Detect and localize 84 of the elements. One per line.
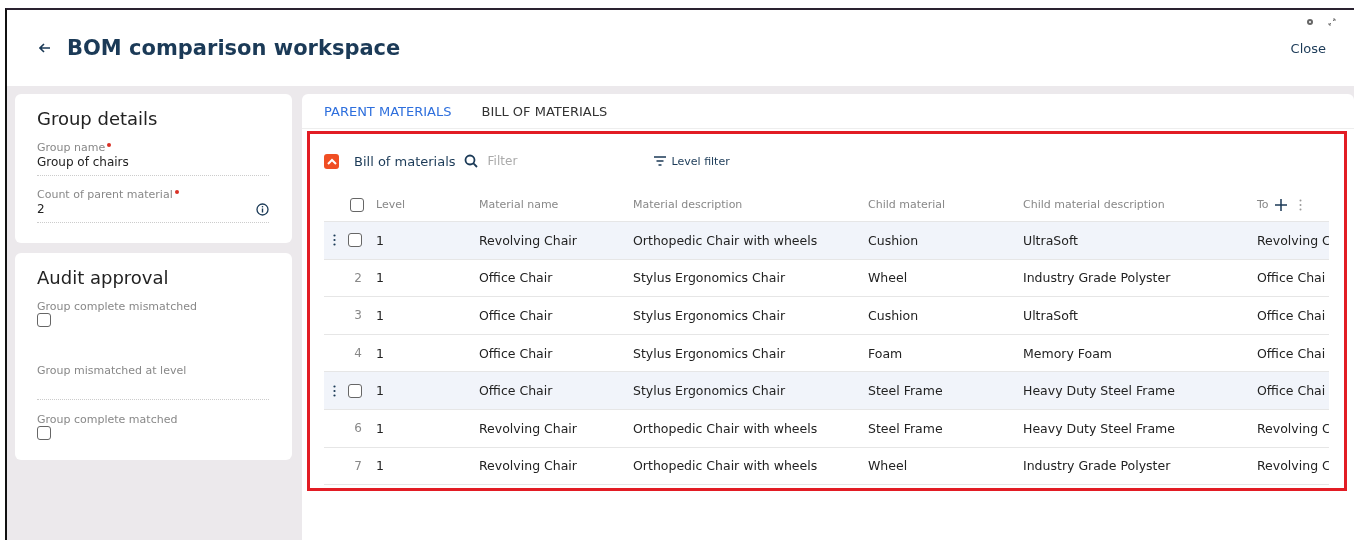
table-cell-text: Stylus Ergonomics Chair — [633, 345, 786, 361]
table-cell-text: Office Chair — [479, 270, 554, 286]
window-title: BOM comparison workspace — [67, 36, 402, 60]
table-cell-text: Revolving Chair — [479, 420, 578, 436]
field-value: 2 — [37, 202, 45, 216]
checkbox[interactable] — [348, 233, 362, 248]
table-cell-text: Stylus Ergonomics Chair — [633, 383, 786, 399]
table-cell-text: Wheel — [868, 458, 909, 474]
back-arrow-icon[interactable] — [39, 43, 51, 53]
table-cell-text: UltraSoft — [1023, 308, 1079, 323]
table-cell-text: Steel Frame — [868, 420, 944, 436]
checkbox[interactable] — [348, 383, 362, 398]
column-header[interactable]: Material name — [479, 198, 559, 211]
column-header[interactable]: Material description — [633, 198, 743, 211]
card-title: Audit approval — [37, 267, 170, 288]
settings-icon[interactable] — [1306, 18, 1314, 26]
checkbox[interactable] — [37, 313, 51, 327]
table-cell-text: 1 — [376, 458, 385, 474]
table-cell-text: Stylus Ergonomics Chair — [633, 308, 786, 323]
table-cell-text: Office Chair — [479, 308, 554, 323]
column-header[interactable]: To — [1257, 198, 1269, 211]
filter-icon — [653, 156, 666, 166]
table-cell-text: Revolving Chair — [479, 458, 578, 474]
collapse-button[interactable] — [324, 153, 339, 169]
table-cell-text: Heavy Duty Steel Frame — [1023, 420, 1176, 436]
column-header[interactable]: Child material description — [1023, 198, 1165, 211]
add-column-icon[interactable] — [1274, 198, 1287, 211]
close-button[interactable]: Close — [1290, 38, 1326, 58]
chevron-up-icon — [326, 157, 337, 165]
table-cell-text: 1 — [376, 383, 385, 399]
table-cell-text: Orthopedic Chair with wheels — [633, 232, 819, 248]
field-value: Group of chairs — [37, 155, 129, 169]
table-cell-text: 1 — [376, 308, 385, 323]
table-cell-text: Office Chair — [479, 383, 554, 399]
field-label: Group complete mismatched — [37, 300, 198, 313]
drag-handle-icon[interactable] — [333, 384, 336, 397]
field-label: Count of parent material — [37, 188, 173, 201]
table-cell-text: 1 — [376, 345, 385, 361]
form-field[interactable]: Group name Group of chairs — [37, 141, 269, 176]
table-cell-text: Foam — [868, 345, 904, 361]
field-label: Group complete matched — [37, 413, 179, 426]
search-icon[interactable] — [463, 154, 478, 168]
more-icon[interactable] — [1298, 198, 1302, 211]
table-cell-text: Industry Grade Polyster — [1023, 458, 1172, 474]
card-title: Group details — [37, 108, 159, 129]
table-cell-text: 1 — [376, 232, 385, 248]
row-number: 4 — [354, 346, 362, 361]
table-cell-text: Cushion — [868, 232, 920, 248]
table-cell-text: Stylus Ergonomics Chair — [633, 270, 786, 286]
table-cell-text: Industry Grade Polyster — [1023, 270, 1172, 286]
field-label: Group name — [37, 141, 106, 154]
table-cell-text: Office Chai — [1257, 345, 1327, 361]
row-number: 6 — [354, 421, 362, 436]
drag-handle-icon[interactable] — [333, 234, 336, 247]
tab[interactable]: PARENT MATERIALS — [324, 99, 452, 123]
row-number: 7 — [354, 458, 362, 473]
table-cell-text: Office Chai — [1257, 270, 1327, 286]
table-cell-text: Office Chai — [1257, 383, 1327, 399]
table-cell-text: 1 — [376, 270, 385, 286]
table-title: Bill of materials — [354, 153, 456, 169]
row-number: 3 — [354, 308, 362, 323]
table-cell-text: Cushion — [868, 308, 920, 323]
table-cell-text: Steel Frame — [868, 383, 944, 399]
table-cell-text: Office Chair — [479, 345, 554, 361]
table-cell-text: Revolving Chair — [479, 232, 578, 248]
level-filter-button[interactable]: Level filter — [653, 152, 730, 170]
table-cell-text: Wheel — [868, 270, 909, 286]
table-cell-text: Heavy Duty Steel Frame — [1023, 383, 1176, 399]
row-number: 2 — [354, 270, 362, 285]
table-cell-text: Orthopedic Chair with wheels — [633, 420, 819, 436]
expand-icon[interactable] — [1328, 18, 1336, 26]
checkbox[interactable] — [350, 197, 364, 212]
column-header[interactable]: Child material — [868, 198, 946, 211]
table-cell-text: UltraSoft — [1023, 232, 1079, 248]
table-cell-text: Office Chai — [1257, 308, 1327, 323]
tab[interactable]: BILL OF MATERIALS — [481, 99, 608, 123]
table-cell-text: 1 — [376, 420, 385, 436]
info-icon[interactable] — [256, 202, 269, 216]
field-label: Group mismatched at level — [37, 364, 188, 377]
form-field[interactable]: Count of parent material 2 — [37, 188, 269, 223]
table-cell-text: Memory Foam — [1023, 345, 1114, 361]
table-cell-text: Orthopedic Chair with wheels — [633, 458, 819, 474]
checkbox[interactable] — [37, 426, 51, 440]
column-header[interactable]: Level — [376, 198, 406, 211]
